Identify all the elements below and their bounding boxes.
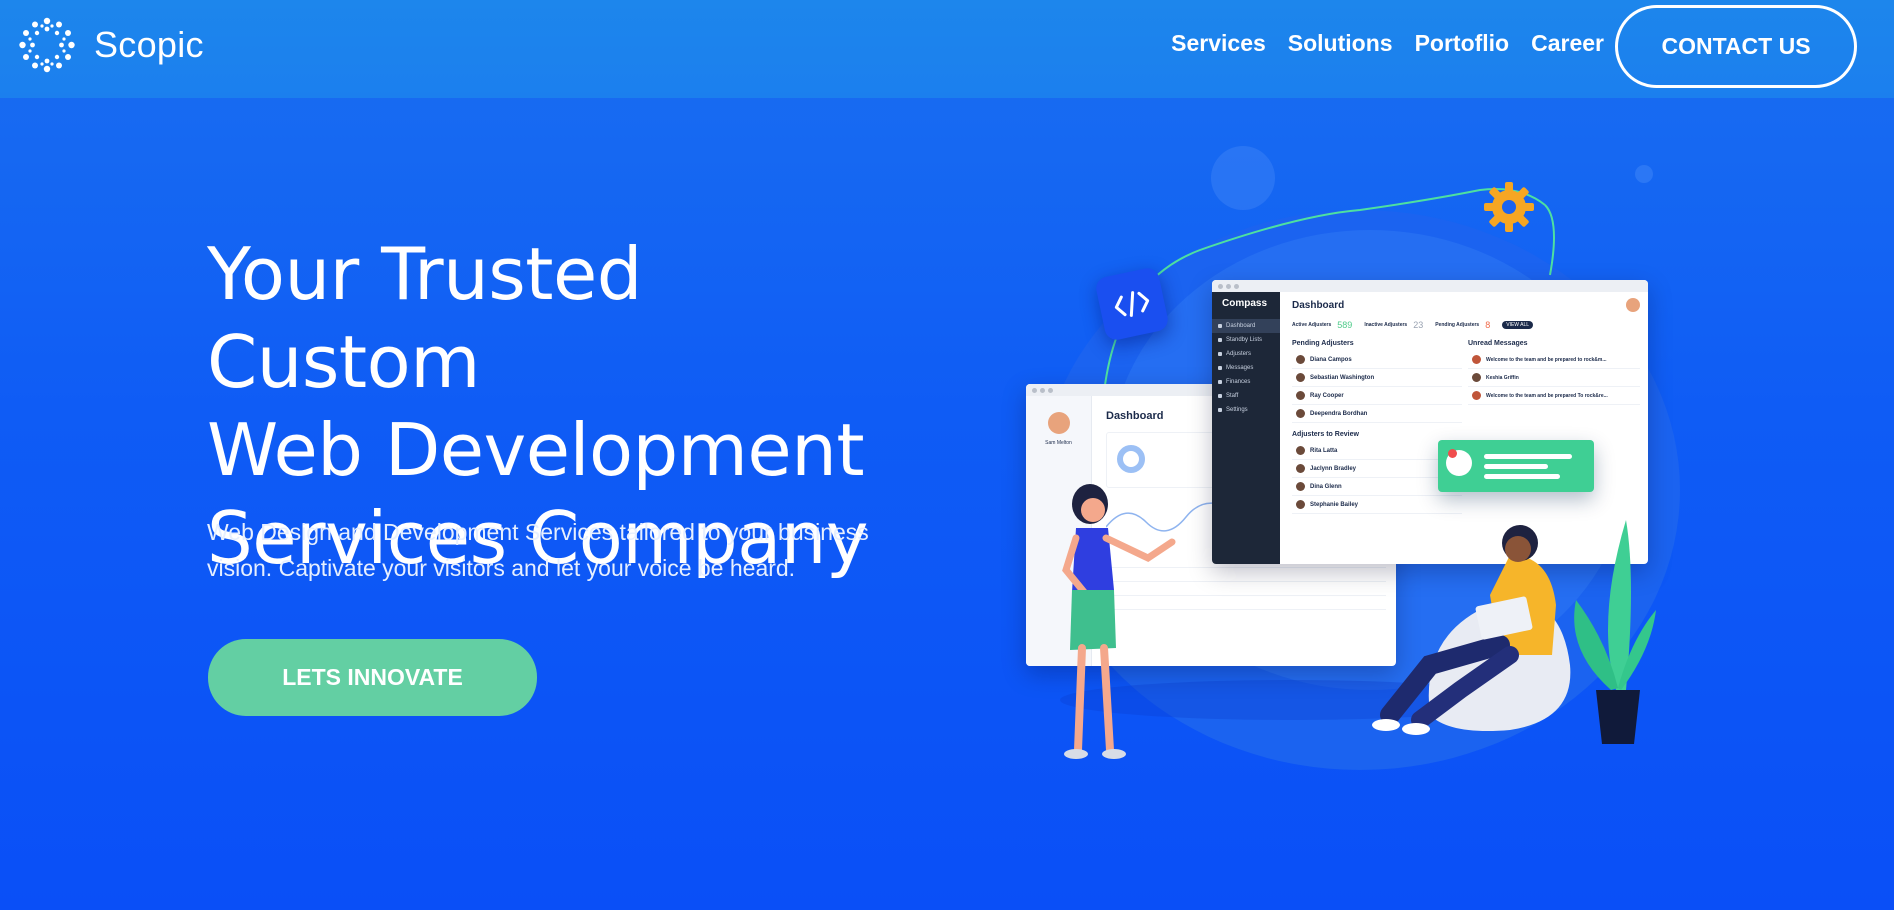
stat-label-pending: Pending Adjusters — [1435, 322, 1480, 328]
nav-item-career[interactable]: Career — [1531, 30, 1604, 57]
list-item: Deependra Bordhan — [1292, 405, 1462, 423]
unread-messages-panel: Unread Messages Welcome to the team and … — [1468, 340, 1640, 405]
top-navigation-bar — [0, 0, 1894, 98]
list-item: Stephanie Bailey — [1292, 496, 1462, 514]
pending-heading: Pending Adjusters — [1292, 340, 1354, 347]
stat-label-inactive: Inactive Adjusters — [1364, 322, 1408, 328]
list-item: Welcome to the team and be prepared To r… — [1468, 387, 1640, 405]
window-titlebar — [1212, 280, 1648, 292]
list-item: Keshia Griffin — [1468, 369, 1640, 387]
pending-adjusters-panel: Pending Adjusters Diana Campos Sebastian… — [1292, 340, 1462, 514]
brand-name: Scopic — [94, 24, 204, 65]
woman-pointing-figure — [1062, 484, 1176, 759]
contact-us-button[interactable]: CONTACT US — [1615, 5, 1857, 88]
stat-value-active: 589 — [1337, 320, 1353, 330]
app-logo: Compass — [1222, 298, 1268, 309]
back-window-title: Dashboard — [1106, 410, 1164, 422]
sidebar-item-staff: Staff — [1212, 389, 1280, 403]
user-name: Sam Melton — [1045, 440, 1072, 446]
hero-illustration: Sam Melton Dashboard Compass Dashboard S… — [960, 130, 1720, 790]
sidebar-item-dashboard: Dashboard — [1212, 319, 1280, 333]
review-heading: Adjusters to Review — [1292, 431, 1359, 438]
sidebar-item-adjusters: Adjusters — [1212, 347, 1280, 361]
unread-heading: Unread Messages — [1468, 340, 1528, 347]
plant-decoration — [1574, 520, 1656, 744]
sidebar-item-finances: Finances — [1212, 375, 1280, 389]
nav-item-services[interactable]: Services — [1171, 30, 1266, 57]
hero-subtitle-line-2: vision. Captivate your visitors and let … — [207, 555, 796, 581]
stat-value-inactive: 23 — [1413, 320, 1424, 330]
list-item: Welcome to the team and be prepared to r… — [1468, 351, 1640, 369]
stat-value-pending: 8 — [1485, 320, 1491, 330]
hero-title-line-1: Your Trusted Custom — [207, 232, 642, 404]
list-item: Diana Campos — [1292, 351, 1462, 369]
stat-label-active: Active Adjusters — [1292, 322, 1332, 328]
hero-subtitle: Web Design and Development Services tail… — [207, 514, 927, 586]
floating-message-card — [1438, 440, 1594, 492]
scopic-logo-icon — [19, 17, 75, 73]
nav-item-portfolio[interactable]: Portoflio — [1415, 30, 1510, 57]
hero-subtitle-line-1: Web Design and Development Services tail… — [207, 519, 869, 545]
gear-icon — [1484, 182, 1534, 232]
list-item: Sebastian Washington — [1292, 369, 1462, 387]
code-icon — [1094, 266, 1170, 342]
brand-logo[interactable]: Scopic — [18, 16, 204, 74]
main-window-title: Dashboard — [1292, 300, 1345, 311]
lets-innovate-button[interactable]: LETS INNOVATE — [208, 639, 537, 716]
hero-title-line-2: Web Development — [207, 408, 865, 492]
main-nav: Services Solutions Portoflio Career — [1149, 30, 1604, 57]
list-item: Jaclynn Bradley — [1292, 460, 1462, 478]
sidebar-item-messages: Messages — [1212, 361, 1280, 375]
view-all-badge: VIEW ALL — [1502, 321, 1534, 329]
sidebar-item-settings: Settings — [1212, 403, 1280, 417]
sidebar-item-standby-lists: Standby Lists — [1212, 333, 1280, 347]
dashboard-sidebar: Compass Dashboard Standby Lists Adjuster… — [1212, 292, 1280, 564]
avatar — [1047, 412, 1070, 434]
list-item: Ray Cooper — [1292, 387, 1462, 405]
list-item: Dina Glenn — [1292, 478, 1462, 496]
nav-item-solutions[interactable]: Solutions — [1288, 30, 1393, 57]
list-item: Rita Latta — [1292, 442, 1462, 460]
main-window-avatar — [1626, 298, 1640, 312]
stats-row: Active Adjusters 589 Inactive Adjusters … — [1292, 320, 1640, 330]
